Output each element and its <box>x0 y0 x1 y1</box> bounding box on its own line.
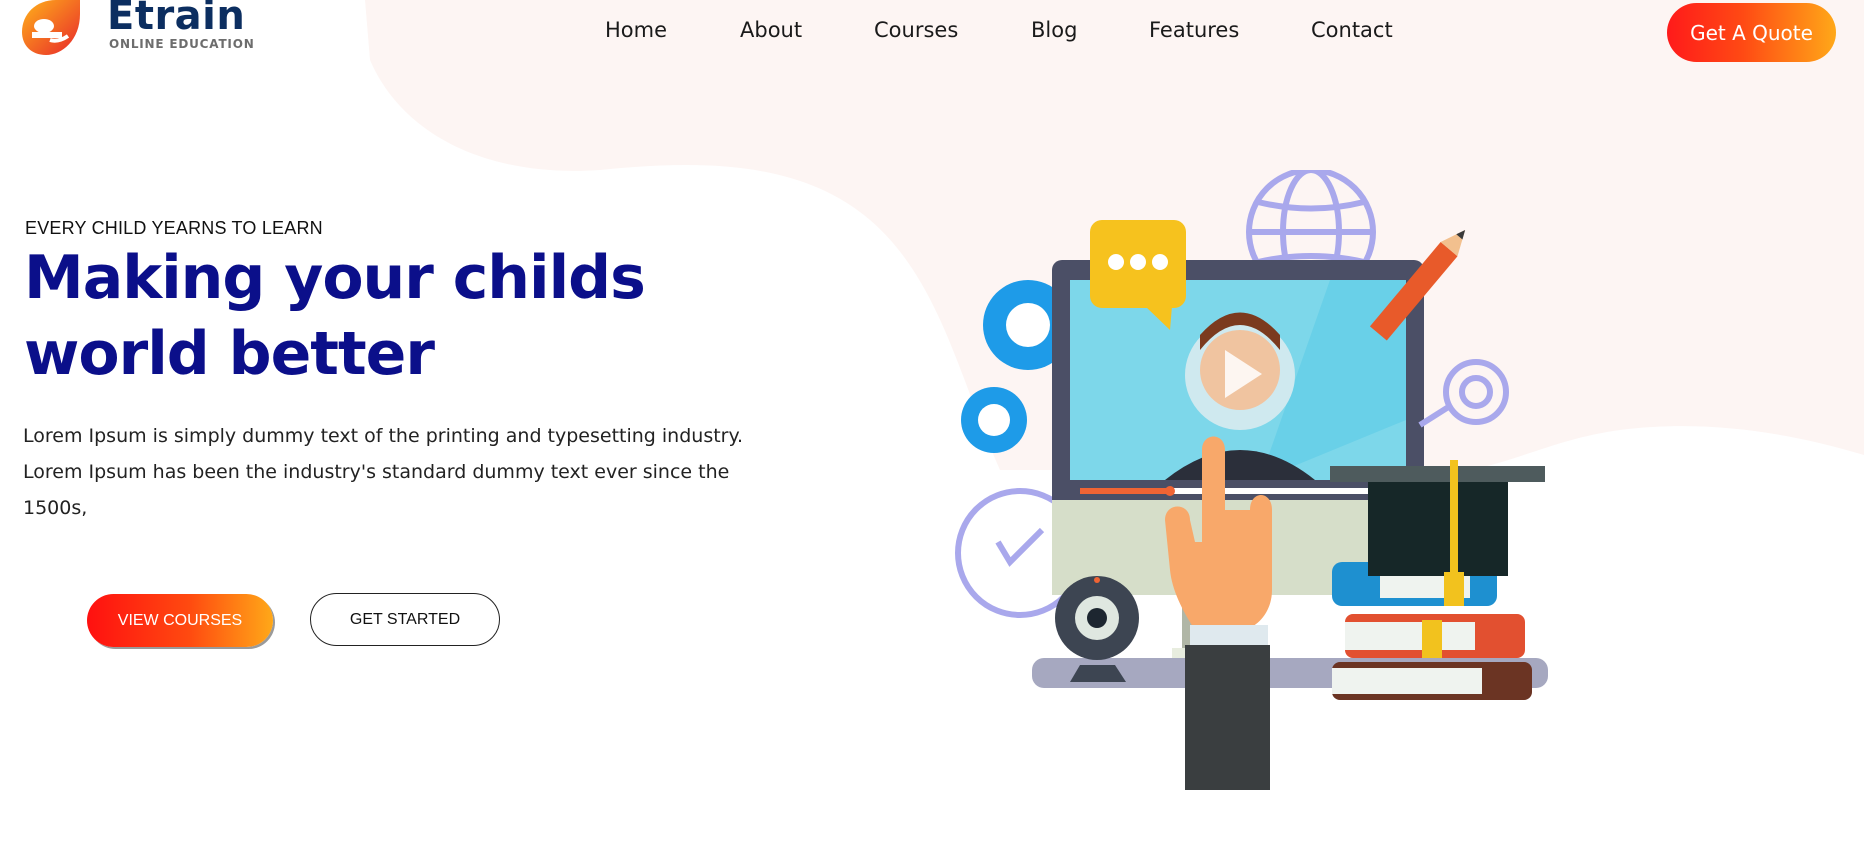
hero-description: Lorem Ipsum is simply dummy text of the … <box>23 425 744 519</box>
nav-blog[interactable]: Blog <box>1031 18 1077 42</box>
logo-e-icon <box>22 0 82 58</box>
hero-headline: Making your childs world better <box>24 243 646 389</box>
e-learning-illustration-icon <box>955 170 1548 790</box>
nav-contact[interactable]: Contact <box>1311 18 1393 42</box>
logo-name: Etrain <box>107 0 246 39</box>
books-icon <box>1332 562 1532 700</box>
key-icon <box>1418 359 1509 428</box>
get-started-button[interactable]: GET STARTED <box>310 593 500 646</box>
logo-tagline: ONLINE EDUCATION <box>109 37 255 51</box>
logo[interactable]: Etrain ONLINE EDUCATION <box>22 0 255 60</box>
hero-eyebrow: EVERY CHILD YEARNS TO LEARN <box>25 218 323 238</box>
nav-about[interactable]: About <box>740 18 802 42</box>
get-a-quote-button[interactable]: Get A Quote <box>1667 3 1836 62</box>
view-courses-button[interactable]: VIEW COURSES <box>87 594 273 647</box>
nav-courses[interactable]: Courses <box>874 18 958 42</box>
nav-home[interactable]: Home <box>605 18 667 42</box>
nav-features[interactable]: Features <box>1149 18 1239 42</box>
